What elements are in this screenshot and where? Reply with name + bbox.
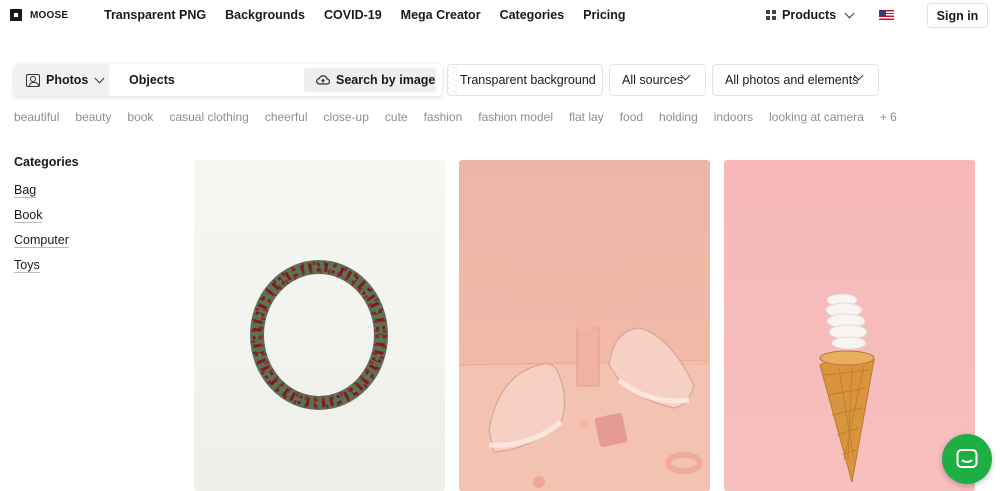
transparent-background-toggle[interactable]: Transparent background — [447, 64, 603, 96]
nav-covid-19[interactable]: COVID-19 — [324, 8, 382, 22]
grid-icon — [766, 10, 776, 20]
tag[interactable]: fashion — [424, 110, 463, 124]
tag[interactable]: indoors — [714, 110, 753, 124]
us-flag-icon[interactable] — [879, 10, 894, 20]
logo-icon — [10, 9, 22, 21]
main-nav: Transparent PNG Backgrounds COVID-19 Meg… — [104, 8, 626, 22]
elements-label: All photos and elements — [725, 73, 859, 87]
chat-icon — [956, 449, 978, 468]
categories-list: Bag Book Computer Toys — [14, 183, 69, 272]
tag[interactable]: beauty — [75, 110, 111, 124]
related-tags: beautiful beauty book casual clothing ch… — [14, 110, 897, 124]
sources-dropdown[interactable]: All sources — [609, 64, 706, 96]
cone-bulb-image — [819, 293, 875, 483]
nav-transparent-png[interactable]: Transparent PNG — [104, 8, 206, 22]
tag[interactable]: close-up — [324, 110, 369, 124]
sneakers-photo[interactable] — [459, 160, 710, 491]
search-input[interactable]: Objects — [129, 73, 175, 87]
tag[interactable]: holding — [659, 110, 698, 124]
transparent-background-label: Transparent background — [460, 73, 596, 87]
logo-text: MOOSE — [30, 9, 69, 21]
sign-in-button[interactable]: Sign in — [927, 3, 988, 28]
top-header: MOOSE Transparent PNG Backgrounds COVID-… — [0, 0, 1000, 32]
wreath-photo[interactable] — [194, 160, 445, 491]
tag[interactable]: cute — [385, 110, 408, 124]
ice-cream-cone-bulb-photo[interactable] — [724, 160, 975, 491]
nav-mega-creator[interactable]: Mega Creator — [401, 8, 481, 22]
sources-label: All sources — [622, 73, 684, 87]
sneakers-image — [459, 312, 710, 491]
content-type-label: Photos — [46, 73, 89, 87]
logo[interactable]: MOOSE — [10, 9, 68, 21]
tag[interactable]: book — [127, 110, 153, 124]
tag[interactable]: flat lay — [569, 110, 604, 124]
tag[interactable]: looking at camera — [769, 110, 864, 124]
tag[interactable]: casual clothing — [169, 110, 248, 124]
chat-button[interactable] — [942, 434, 992, 484]
nav-backgrounds[interactable]: Backgrounds — [225, 8, 305, 22]
nav-categories[interactable]: Categories — [500, 8, 565, 22]
photo-icon — [26, 73, 40, 87]
cloud-upload-icon — [316, 75, 330, 85]
category-computer[interactable]: Computer — [14, 233, 69, 247]
categories-heading: Categories — [14, 155, 79, 169]
more-tags[interactable]: + 6 — [880, 110, 897, 124]
products-menu[interactable]: Products — [766, 8, 855, 22]
search-bar: Photos Objects Search by image — [14, 64, 442, 96]
products-label: Products — [782, 8, 837, 22]
content-type-select[interactable]: Photos — [14, 64, 109, 96]
elements-dropdown[interactable]: All photos and elements — [712, 64, 879, 96]
tag[interactable]: beautiful — [14, 110, 59, 124]
tag[interactable]: fashion model — [478, 110, 553, 124]
category-bag[interactable]: Bag — [14, 183, 69, 197]
search-by-image-label: Search by image — [336, 73, 436, 87]
wreath-image — [250, 260, 388, 410]
category-book[interactable]: Book — [14, 208, 69, 222]
nav-pricing[interactable]: Pricing — [583, 8, 625, 22]
chevron-down-icon — [844, 8, 855, 18]
search-by-image-button[interactable]: Search by image — [304, 68, 436, 92]
category-toys[interactable]: Toys — [14, 258, 69, 272]
chevron-down-icon — [94, 73, 105, 83]
tag[interactable]: food — [620, 110, 643, 124]
tag[interactable]: cheerful — [265, 110, 308, 124]
